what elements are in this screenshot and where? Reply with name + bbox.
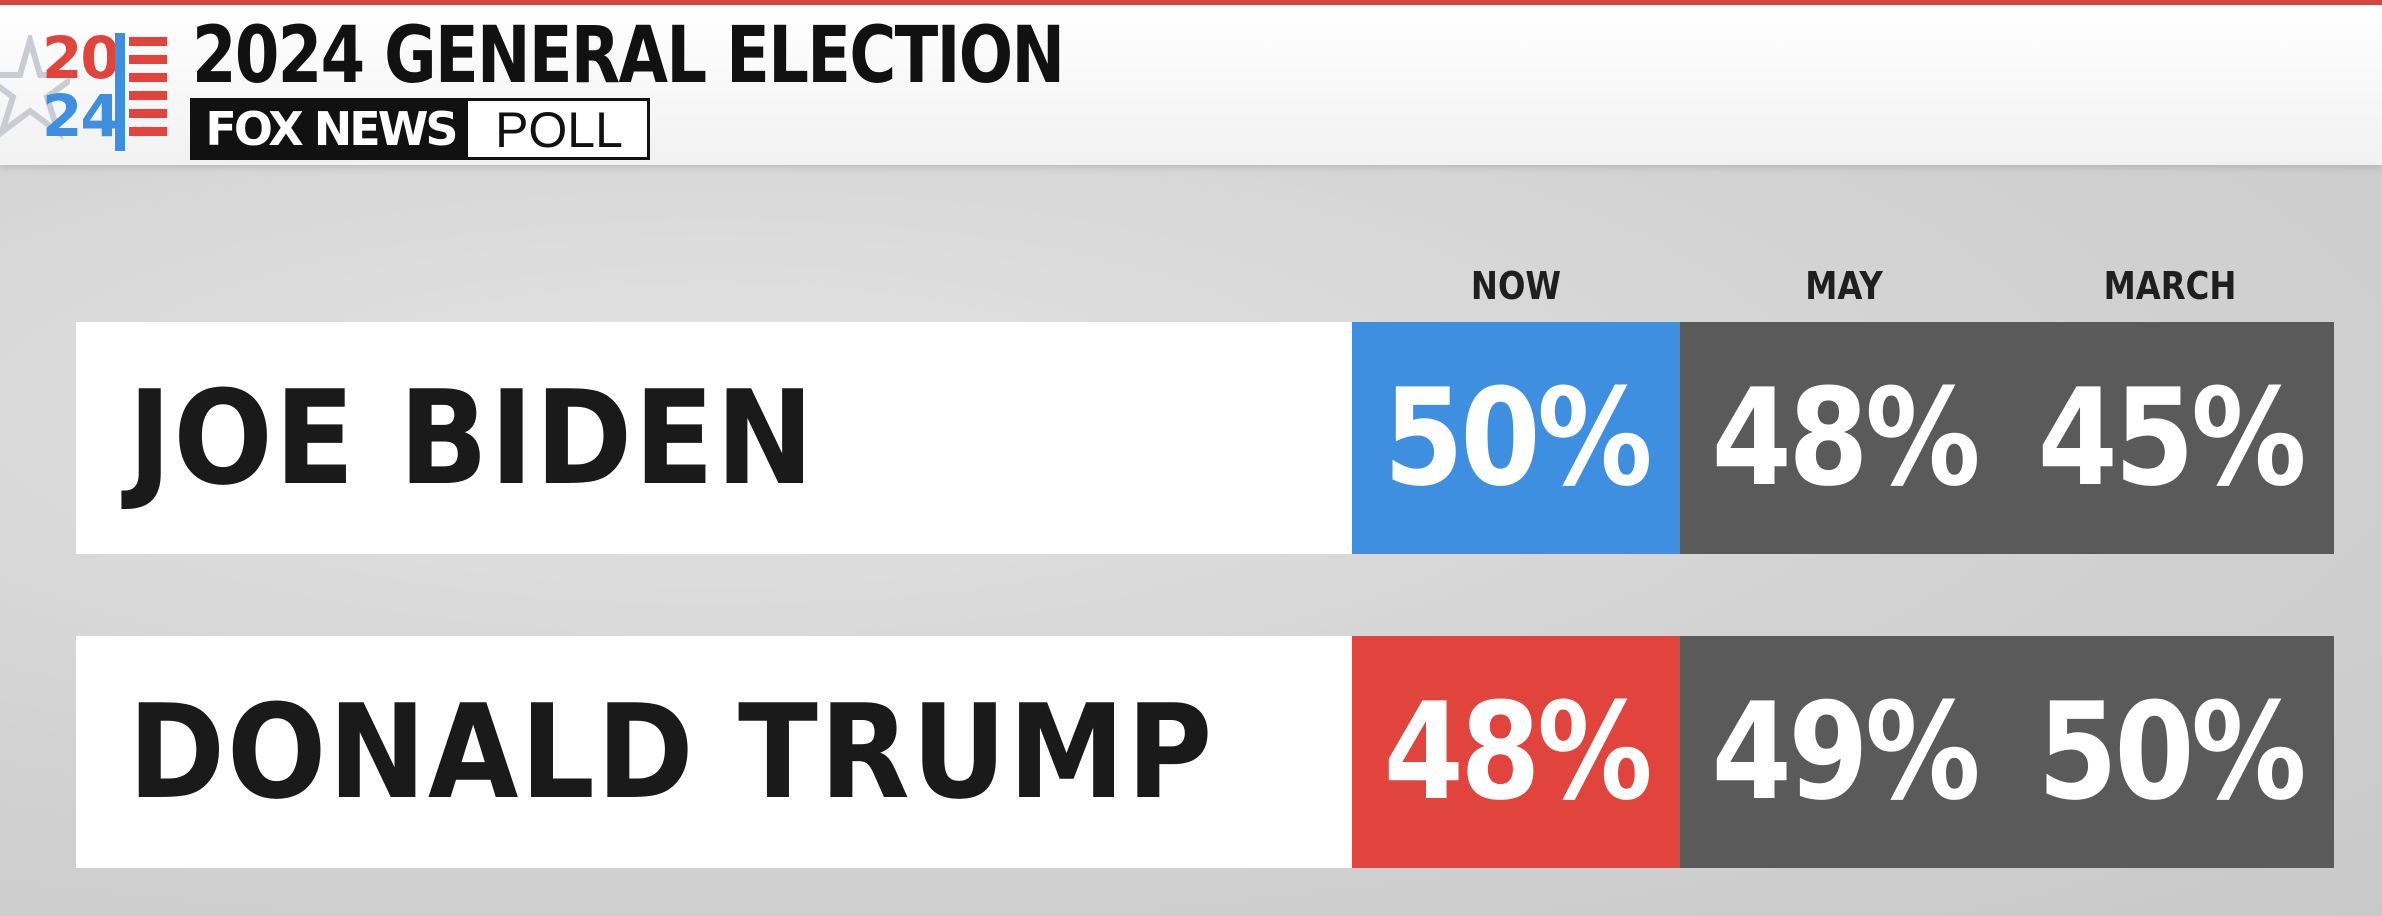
logo-year-bottom: 24 (42, 82, 121, 150)
header-banner: 20 24 2024 GENERAL ELECTION FOX NEWS POL… (0, 5, 2382, 165)
value-may-cell: 49% (1680, 636, 2008, 868)
candidate-name: DONALD TRUMP (128, 676, 1215, 828)
poll-label: POLL (495, 102, 623, 158)
candidate-row-trump: DONALD TRUMP 48% 49% 50% (76, 636, 2334, 868)
candidate-name: JOE BIDEN (128, 362, 816, 514)
value-march: 50% (2037, 674, 2306, 830)
value-may-cell: 48% (1680, 322, 2008, 554)
fox-news-poll-badge: FOX NEWS POLL (190, 98, 650, 160)
column-header-now: NOW (1470, 264, 1562, 308)
candidate-name-box: JOE BIDEN (76, 322, 1352, 554)
value-may: 48% (1711, 360, 1980, 516)
logo-year-top: 20 (42, 24, 121, 92)
column-header-may: MAY (1805, 264, 1883, 308)
value-may: 49% (1711, 674, 1980, 830)
value-now: 50% (1383, 360, 1652, 516)
candidate-row-biden: JOE BIDEN 50% 48% 45% (76, 322, 2334, 554)
poll-graphic: 20 24 2024 GENERAL ELECTION FOX NEWS POL… (0, 0, 2382, 916)
election-2024-logo: 20 24 (0, 25, 175, 165)
value-march-cell: 50% (2006, 636, 2334, 868)
graphic-title: 2024 GENERAL ELECTION (192, 11, 1065, 101)
value-now-cell: 50% (1352, 322, 1680, 554)
column-header-march: MARCH (2103, 264, 2237, 308)
value-now: 48% (1383, 674, 1652, 830)
value-march: 45% (2037, 360, 2306, 516)
flag-stripes-icon (115, 33, 167, 151)
value-now-cell: 48% (1352, 636, 1680, 868)
value-march-cell: 45% (2006, 322, 2334, 554)
brand-label: FOX NEWS (193, 101, 468, 157)
candidate-name-box: DONALD TRUMP (76, 636, 1352, 868)
